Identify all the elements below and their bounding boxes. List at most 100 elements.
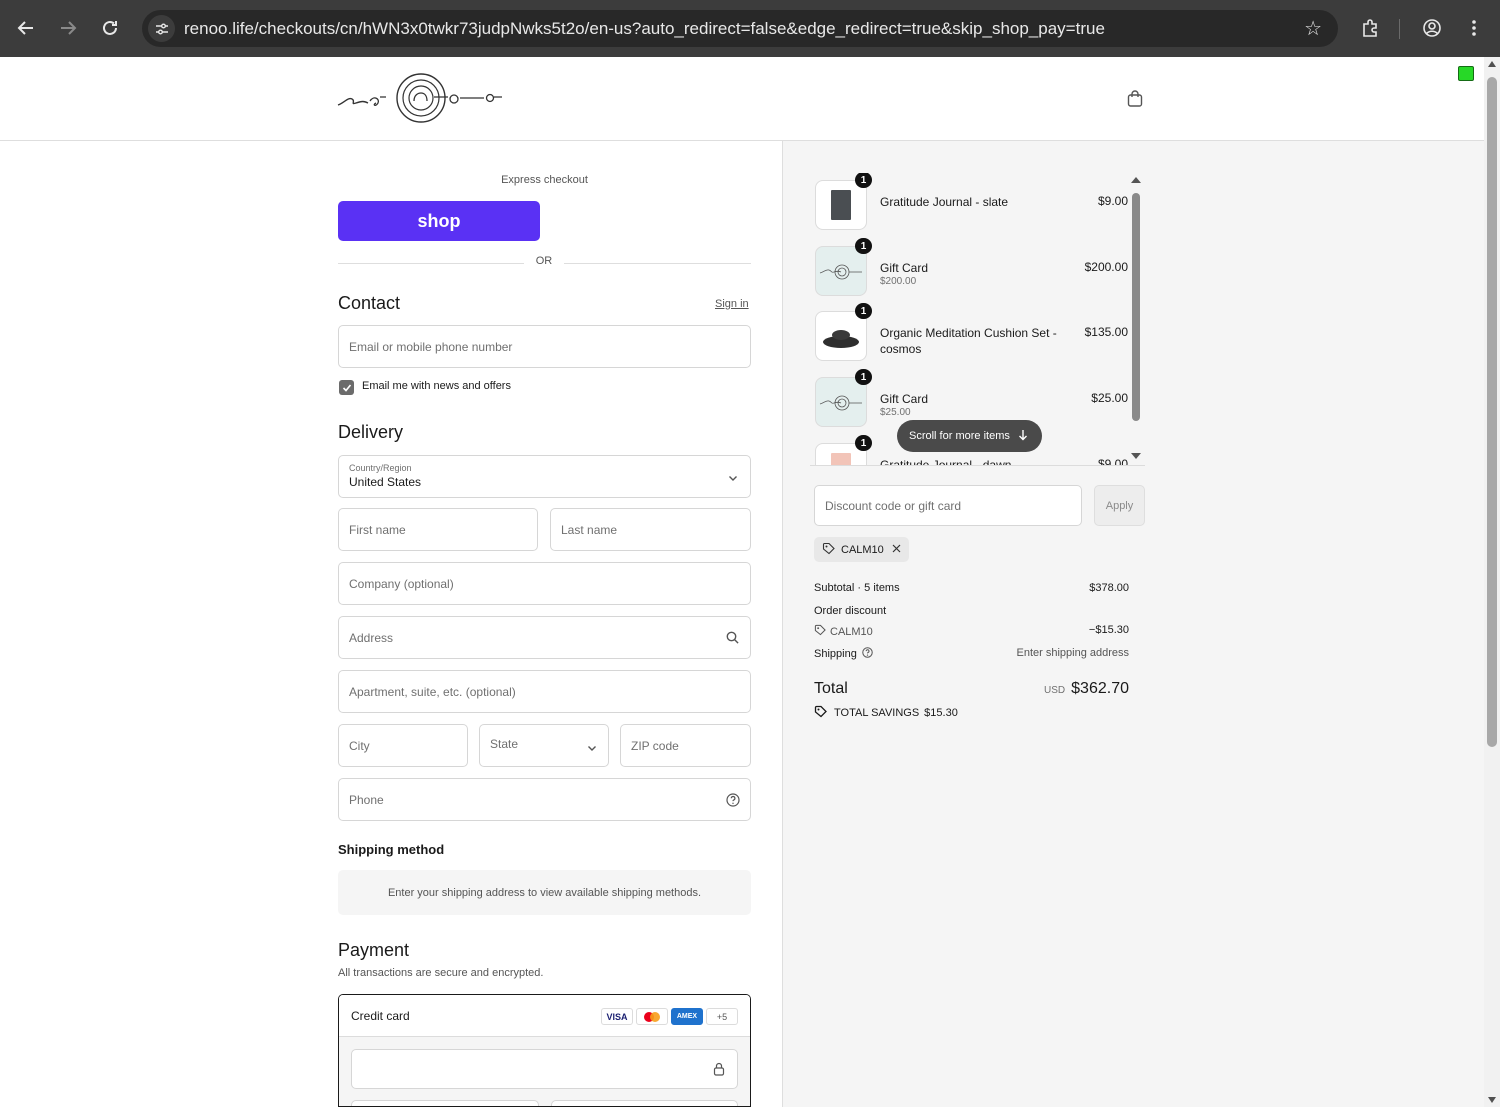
list-scrollbar-thumb[interactable] xyxy=(1132,193,1140,421)
scroll-up-arrow[interactable] xyxy=(1488,61,1496,67)
scroll-hint-text: Scroll for more items xyxy=(909,430,1010,442)
scroll-more-items-pill[interactable]: Scroll for more items xyxy=(897,420,1042,452)
email-placeholder: Email or mobile phone number xyxy=(349,339,513,354)
search-icon xyxy=(726,631,739,647)
shipping-row: Shipping xyxy=(814,647,873,661)
item-subtitle: $25.00 xyxy=(880,407,911,418)
shipping-method-message: Enter your shipping address to view avai… xyxy=(387,886,702,899)
subtotal-label: Subtotal · 5 items xyxy=(814,582,900,594)
state-select[interactable]: State xyxy=(479,724,609,767)
item-price: $25.00 xyxy=(1091,391,1128,405)
address-bar[interactable]: renoo.life/checkouts/cn/hWN3x0twkr73judp… xyxy=(142,10,1338,47)
phone-field[interactable]: Phone xyxy=(338,778,751,821)
total-amount: USD $362.70 xyxy=(1044,680,1129,698)
card-form xyxy=(339,1037,750,1106)
browser-toolbar: renoo.life/checkouts/cn/hWN3x0twkr73judp… xyxy=(0,0,1500,57)
discount-placeholder: Discount code or gift card xyxy=(825,498,962,513)
profile-icon[interactable] xyxy=(1418,14,1446,42)
chevron-down-icon xyxy=(587,741,597,755)
toolbar-divider xyxy=(1399,19,1400,39)
city-field[interactable]: City xyxy=(338,724,468,767)
country-label: Country/Region xyxy=(349,463,412,473)
apartment-field[interactable]: Apartment, suite, etc. (optional) xyxy=(338,670,751,713)
forward-arrow-icon[interactable] xyxy=(54,14,82,42)
cushion-thumbnail xyxy=(815,311,867,361)
last-name-field[interactable]: Last name xyxy=(550,508,751,551)
menu-kebab-icon[interactable] xyxy=(1460,14,1488,42)
extension-indicator xyxy=(1458,66,1474,81)
apply-label: Apply xyxy=(1105,499,1134,512)
item-name: Organic Meditation Cushion Set - cosmos xyxy=(880,326,1057,356)
url-text[interactable]: renoo.life/checkouts/cn/hWN3x0twkr73judp… xyxy=(184,19,1105,39)
checkout-page: Express checkout shop OR Contact Sign in… xyxy=(0,57,1484,1107)
last-name-placeholder: Last name xyxy=(561,522,618,537)
help-circle-icon[interactable] xyxy=(862,647,873,661)
savings-tag-icon xyxy=(814,705,828,721)
item-subtitle: $200.00 xyxy=(880,276,917,287)
mastercard-icon xyxy=(636,1008,668,1025)
store-header xyxy=(0,57,1484,141)
list-scroll-down-arrow[interactable] xyxy=(1131,453,1141,459)
lock-icon xyxy=(713,1062,725,1081)
credit-card-option[interactable]: Credit card VISA AMEX +5 xyxy=(338,994,751,1107)
extensions-icon[interactable] xyxy=(1356,14,1384,42)
item-name: Gratitude Journal - dawn xyxy=(880,458,1012,466)
first-name-field[interactable]: First name xyxy=(338,508,538,551)
subtotal-value: $378.00 xyxy=(1089,582,1129,594)
page-scrollbar-thumb[interactable] xyxy=(1487,77,1497,747)
divider-left xyxy=(338,263,524,264)
apply-discount-button[interactable]: Apply xyxy=(1094,485,1145,526)
newsletter-checkbox[interactable] xyxy=(339,380,354,395)
currency-code: USD xyxy=(1044,685,1066,696)
quantity-badge: 1 xyxy=(855,238,872,254)
page-scrollbar[interactable] xyxy=(1484,57,1500,1107)
delivery-title: Delivery xyxy=(338,422,404,442)
amex-icon: AMEX xyxy=(671,1008,703,1025)
item-price: $9.00 xyxy=(1097,194,1128,208)
divider-right xyxy=(564,263,751,264)
quantity-badge: 1 xyxy=(855,369,872,385)
email-field[interactable]: Email or mobile phone number xyxy=(338,325,751,368)
card-number-field[interactable] xyxy=(351,1049,738,1089)
savings-label: TOTAL SAVINGS xyxy=(834,707,920,719)
applied-discount-tag: CALM10 xyxy=(814,537,909,562)
cart-item: 1 Organic Meditation Cushion Set - cosmo… xyxy=(815,303,1145,365)
cart-bag-icon[interactable] xyxy=(1127,90,1143,112)
shop-pay-button[interactable]: shop xyxy=(338,201,540,241)
zip-field[interactable]: ZIP code xyxy=(620,724,751,767)
remove-discount-icon[interactable] xyxy=(892,544,901,556)
renoo-logo[interactable] xyxy=(336,71,506,132)
back-arrow-icon[interactable] xyxy=(12,14,40,42)
country-select[interactable]: Country/Region United States xyxy=(338,455,751,498)
scroll-down-arrow[interactable] xyxy=(1488,1097,1496,1103)
arrow-down-icon xyxy=(1018,429,1028,444)
expiry-field[interactable] xyxy=(351,1100,539,1106)
sign-in-link[interactable]: Sign in xyxy=(715,298,749,310)
gift-card-thumbnail xyxy=(815,246,867,296)
company-field[interactable]: Company (optional) xyxy=(338,562,751,605)
shipping-method-placeholder: Enter your shipping address to view avai… xyxy=(338,870,751,915)
reload-icon[interactable] xyxy=(96,14,124,42)
apartment-placeholder: Apartment, suite, etc. (optional) xyxy=(349,684,516,699)
discount-code-field[interactable]: Discount code or gift card xyxy=(814,485,1082,526)
help-circle-icon[interactable] xyxy=(726,793,740,810)
item-name: Gift Card xyxy=(880,392,929,406)
zip-placeholder: ZIP code xyxy=(631,738,679,753)
address-field[interactable]: Address xyxy=(338,616,751,659)
list-scroll-up-arrow[interactable] xyxy=(1131,177,1141,183)
credit-card-label: Credit card xyxy=(351,1009,410,1023)
order-discount-label: Order discount xyxy=(814,605,887,617)
shipping-value: Enter shipping address xyxy=(1016,647,1129,659)
credit-card-header[interactable]: Credit card VISA AMEX +5 xyxy=(339,995,750,1037)
express-checkout-label: Express checkout xyxy=(501,174,588,186)
order-discount-code-text: CALM10 xyxy=(830,625,873,638)
journal-slate-thumbnail xyxy=(815,180,867,230)
cvc-field[interactable] xyxy=(551,1100,738,1106)
bookmark-star-icon[interactable]: ☆ xyxy=(1304,16,1322,41)
shop-pay-label: shop xyxy=(417,210,461,231)
site-settings-icon[interactable] xyxy=(148,15,175,42)
state-placeholder: State xyxy=(490,737,519,751)
total-label: Total xyxy=(814,680,848,697)
tag-icon xyxy=(814,624,826,639)
item-price: $200.00 xyxy=(1084,260,1128,274)
